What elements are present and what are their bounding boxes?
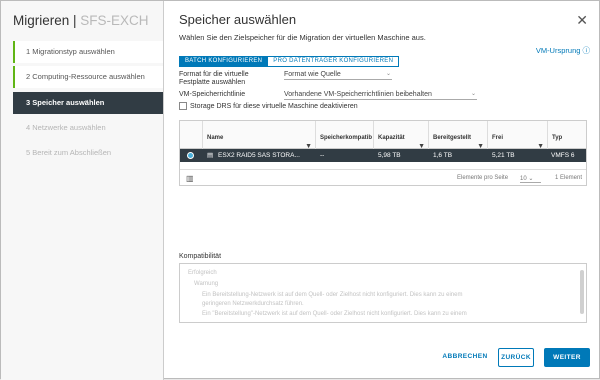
step-select-networks: 4 Netzwerke auswählen [26,123,106,132]
per-page-select[interactable]: 10 ⌄ [520,175,542,183]
cell-storage-compat: -- [320,152,325,159]
header-name[interactable]: Name ▼ [202,121,315,150]
drs-checkbox-label: Storage DRS für diese virtuelle Maschine… [190,102,358,110]
next-button[interactable]: WEITER [544,348,590,367]
table-row[interactable]: ▤ ESX2 RAID5 SAS STORA... -- 5,98 TB 1,6… [180,149,586,162]
datastore-icon: ▤ [207,152,214,159]
config-mode-toggle: BATCH KONFIGURIEREN PRO DATENTRÄGER KONF… [179,56,400,67]
compat-success: Erfolgreich [188,270,217,276]
info-icon: ⓘ [582,46,591,55]
back-button[interactable]: ZURÜCK [498,348,534,367]
wizard-sidebar: Migrieren | SFS-EXCH 1 Migrationstyp aus… [1,1,164,380]
step-compute-resource[interactable]: 2 Computing-Ressource auswählen [13,66,163,88]
compat-message-1: Ein Bereitstellung-Netzwerk ist auf dem … [202,292,463,298]
header-storage-compat[interactable]: Speicherkompatib [315,121,373,149]
chevron-down-icon: ⌄ [385,71,391,77]
migrate-dialog: Migrieren | SFS-EXCH 1 Migrationstyp aus… [0,0,600,380]
compatibility-label: Kompatibilität [179,253,222,260]
cell-free: 5,21 TB [492,152,515,159]
wizard-title: Migrieren | SFS-EXCH [13,13,149,28]
wizard-title-vm: SFS-EXCH [80,13,149,28]
cell-type: VMFS 6 [551,152,575,159]
drs-disable-row[interactable]: Storage DRS für diese virtuelle Maschine… [179,102,358,110]
header-name-label: Name [207,135,224,141]
header-provisioned[interactable]: Bereitgestellt ▼ [428,121,487,150]
datastore-grid: Name ▼ Speicherkompatib Kapazität ▼ Bereit… [179,120,587,186]
storage-policy-value: Vorhandene VM-Speicherrichtlinien beibeh… [284,91,432,98]
per-page-value: 10 [520,176,527,182]
compatibility-panel: Erfolgreich Warnung Ein Bereitstellung-N… [179,263,587,323]
header-capacity[interactable]: Kapazität ▼ [373,121,428,150]
disk-format-value: Format wie Quelle [284,71,341,78]
step-ready-to-complete: 5 Bereit zum Abschließen [26,148,112,157]
compat-message-3: Ein "Bereitstellung"-Netzwerk ist auf de… [202,311,467,317]
compat-warning: Warnung [194,281,219,287]
vm-origin-label: VM-Ursprung [535,46,581,55]
disk-format-select[interactable]: Format wie Quelle ⌄ [284,70,392,80]
tab-per-disk-configure[interactable]: PRO DATENTRÄGER KONFIGURIEREN [268,56,400,67]
step-migration-type[interactable]: 1 Migrationstyp auswählen [13,41,163,63]
page-subtitle: Wählen Sie den Zielspeicher für die Migr… [179,33,426,42]
header-storage-compat-label: Speicherkompatib [320,135,373,141]
wizard-main: Speicher auswählen ✕ Wählen Sie den Ziel… [164,1,600,380]
disk-format-label: Format für die virtuelle Festplatte auswä… [179,71,249,87]
header-provisioned-label: Bereitgestellt [433,135,472,141]
disk-format-label-line2: Festplatte auswählen [179,79,246,86]
chevron-down-icon: ⌄ [470,91,476,97]
cell-capacity: 5,98 TB [378,152,401,159]
compat-message-2: geringeren Netzwerkdurchsatz führen. [202,301,304,307]
grid-footer: ▥ Elemente pro Seite 10 ⌄ 1 Element [180,169,586,186]
column-toggle-icon[interactable]: ▥ [186,174,194,183]
step-select-storage[interactable]: 3 Speicher auswählen [13,92,163,114]
storage-policy-select[interactable]: Vorhandene VM-Speicherrichtlinien beibeh… [284,90,477,100]
vm-origin-link[interactable]: VM-Ursprung ⓘ [536,45,590,56]
disk-format-label-line1: Format für die virtuelle [179,71,249,78]
drs-checkbox[interactable] [179,102,187,110]
item-count: 1 Element [555,175,583,181]
row-radio[interactable] [187,152,194,159]
header-type[interactable]: Typ [547,121,586,149]
storage-policy-label: VM-Speicherrichtlinie [179,91,246,98]
cell-name: ESX2 RAID5 SAS STORA... [218,152,300,159]
wizard-title-prefix: Migrieren | [13,13,81,28]
compat-scrollbar[interactable] [580,270,584,314]
tab-batch-configure[interactable]: BATCH KONFIGURIEREN [179,56,269,67]
cell-provisioned: 1,6 TB [433,152,453,159]
header-select-col [180,121,202,149]
header-capacity-label: Kapazität [378,135,405,141]
header-type-label: Typ [552,135,563,141]
cancel-button[interactable]: ABBRECHEN [438,348,492,367]
close-icon[interactable]: ✕ [576,12,588,29]
header-free-label: Frei [492,135,504,141]
header-free[interactable]: Frei ▼ [487,121,547,150]
grid-header: Name ▼ Speicherkompatib Kapazität ▼ Bereit… [180,121,586,150]
page-title: Speicher auswählen [179,12,297,27]
per-page-label: Elemente pro Seite [457,175,509,181]
